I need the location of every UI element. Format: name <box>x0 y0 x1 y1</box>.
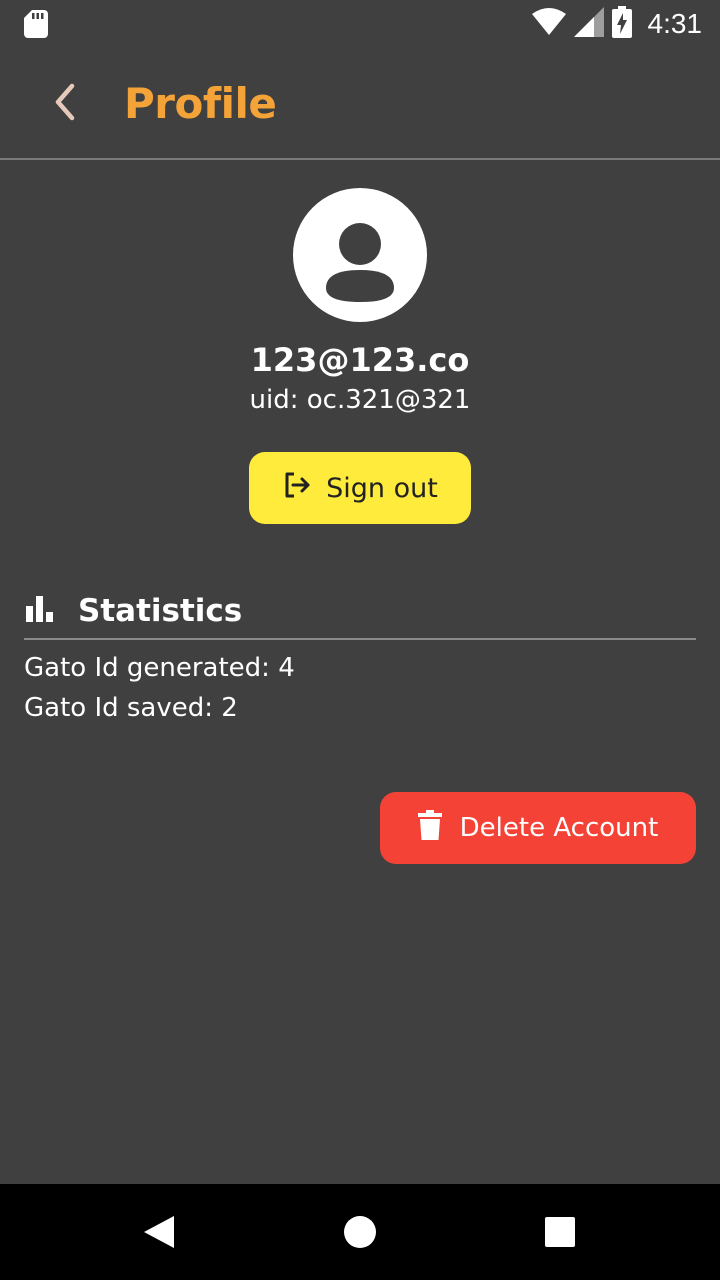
app-bar: Profile <box>0 48 720 160</box>
battery-charging-icon <box>611 6 632 42</box>
user-email: 123@123.co <box>250 341 470 379</box>
chevron-left-icon <box>52 82 76 126</box>
sign-out-button[interactable]: Sign out <box>249 452 471 524</box>
status-time: 4:31 <box>647 8 703 39</box>
statistics-header: Statistics <box>24 584 696 640</box>
stat-generated: Gato Id generated: 4 <box>24 653 295 683</box>
navigation-bar <box>0 1184 720 1280</box>
user-uid: uid: oc.321@321 <box>249 385 471 415</box>
stat-saved: Gato Id saved: 2 <box>24 693 238 723</box>
sign-out-label: Sign out <box>326 472 438 504</box>
status-bar: 4:31 <box>0 0 720 48</box>
delete-account-label: Delete Account <box>459 813 659 843</box>
logout-icon <box>282 470 312 507</box>
account-circle-icon <box>293 188 427 322</box>
sd-card-icon <box>24 10 48 42</box>
statistics-title: Statistics <box>78 593 243 629</box>
signal-icon <box>573 7 604 41</box>
nav-back-icon[interactable] <box>140 1214 176 1254</box>
trash-icon <box>417 809 442 847</box>
avatar <box>293 188 427 322</box>
page-title: Profile <box>124 79 277 128</box>
bar-chart-icon <box>24 594 56 628</box>
wifi-icon <box>531 8 566 40</box>
nav-recents-icon[interactable] <box>545 1217 575 1251</box>
back-button[interactable] <box>36 76 92 132</box>
nav-home-icon[interactable] <box>344 1216 376 1252</box>
profile-section: 123@123.co uid: oc.321@321 <box>0 188 720 418</box>
delete-account-button[interactable]: Delete Account <box>380 792 696 864</box>
